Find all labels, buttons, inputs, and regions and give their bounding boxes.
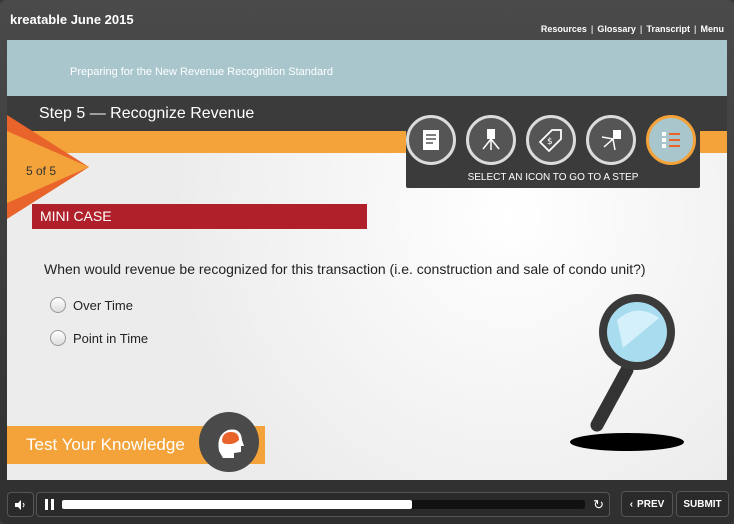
separator: | — [590, 24, 594, 34]
seek-progress — [62, 500, 413, 509]
radio-button[interactable] — [50, 297, 66, 313]
step-icons: $ — [406, 115, 700, 169]
obligations-icon[interactable] — [466, 115, 516, 165]
mini-case-header: MINI CASE — [32, 204, 367, 229]
test-your-knowledge-label: Test Your Knowledge — [26, 435, 185, 454]
player-frame: kreatable June 2015 Resources | Glossary… — [0, 0, 734, 524]
top-links: Resources | Glossary | Transcript | Menu — [541, 24, 724, 34]
checklist-icon[interactable] — [646, 115, 696, 165]
submit-button[interactable]: SUBMIT — [676, 491, 729, 517]
slide-stage: Preparing for the New Revenue Recognitio… — [7, 40, 727, 480]
replay-icon[interactable]: ↻ — [593, 497, 604, 513]
svg-text:$: $ — [547, 137, 553, 147]
option-over-time[interactable]: Over Time — [50, 297, 133, 313]
playback-bar: ↻ — [36, 492, 610, 517]
separator: | — [693, 24, 697, 34]
allocate-price-icon[interactable] — [586, 115, 636, 165]
question-text: When would revenue be recognized for thi… — [44, 261, 646, 277]
banner-title: Preparing for the New Revenue Recognitio… — [70, 66, 333, 78]
step-progress: 5 of 5 — [26, 164, 57, 178]
glossary-link[interactable]: Glossary — [597, 24, 636, 34]
volume-button[interactable] — [7, 492, 34, 517]
step-nav-label: SELECT AN ICON TO GO TO A STEP — [467, 172, 639, 183]
option-label: Point in Time — [73, 330, 149, 346]
option-label: Over Time — [73, 297, 133, 313]
magnifier-illustration — [570, 294, 684, 451]
contract-icon[interactable] — [406, 115, 456, 165]
prev-label: PREV — [637, 498, 665, 510]
course-banner: Preparing for the New Revenue Recognitio… — [7, 40, 727, 96]
option-point-in-time[interactable]: Point in Time — [50, 330, 148, 346]
separator: | — [639, 24, 643, 34]
radio-button[interactable] — [50, 330, 66, 346]
prev-button[interactable]: ‹ PREV — [621, 491, 673, 517]
resources-link[interactable]: Resources — [541, 24, 587, 34]
player-controls: ↻ ‹ PREV SUBMIT — [0, 488, 734, 524]
chevron-left-icon: ‹ — [629, 498, 634, 510]
seek-track[interactable] — [62, 500, 585, 509]
step-navigation: $ SELECT AN ICON TO GO TO A STEP — [406, 115, 700, 188]
speaker-icon — [14, 499, 24, 510]
transcript-link[interactable]: Transcript — [646, 24, 690, 34]
pause-icon[interactable] — [45, 499, 55, 510]
price-tag-icon[interactable]: $ — [526, 115, 576, 165]
course-title: kreatable June 2015 — [10, 12, 134, 27]
mini-case-label: MINI CASE — [40, 208, 112, 224]
head-brain-icon — [199, 412, 259, 472]
menu-link[interactable]: Menu — [701, 24, 725, 34]
